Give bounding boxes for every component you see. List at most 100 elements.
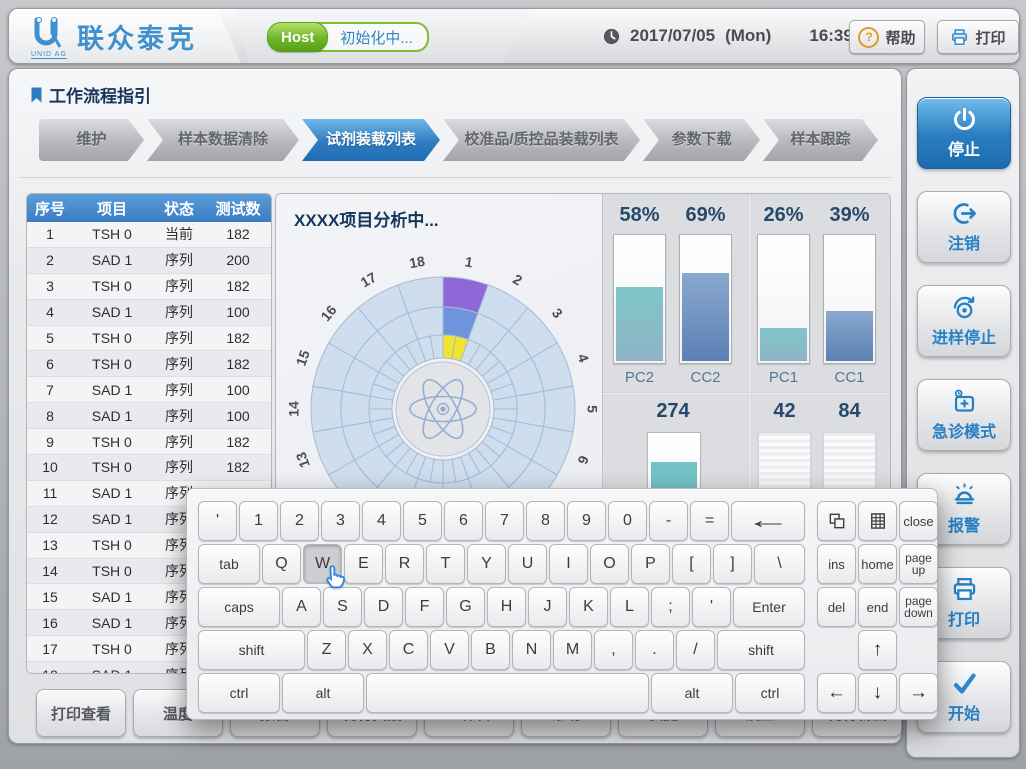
key-P[interactable]: P xyxy=(631,544,670,584)
sampler-stop-icon xyxy=(951,294,978,321)
key-Enter[interactable]: Enter xyxy=(733,587,805,627)
table-row[interactable]: 2SAD 1序列200 xyxy=(27,248,271,274)
key-K[interactable]: K xyxy=(569,587,608,627)
table-row[interactable]: 8SAD 1序列100 xyxy=(27,403,271,429)
workflow-step-6[interactable]: 样本跟踪 xyxy=(763,119,878,161)
key-tab[interactable]: tab xyxy=(198,544,260,584)
table-row[interactable]: 7SAD 1序列100 xyxy=(27,377,271,403)
key-shift[interactable]: shift xyxy=(198,630,305,670)
key-N[interactable]: N xyxy=(512,630,551,670)
key-home[interactable]: home xyxy=(858,544,897,584)
table-row[interactable]: 5TSH 0序列182 xyxy=(27,326,271,352)
key-H[interactable]: H xyxy=(487,587,526,627)
key-6[interactable]: 6 xyxy=(444,501,483,541)
key-2[interactable]: 2 xyxy=(280,501,319,541)
key-arrow-right[interactable]: → xyxy=(899,673,938,713)
key-'[interactable]: ' xyxy=(198,501,237,541)
key-arrow-down[interactable]: ↓ xyxy=(858,673,897,713)
key-J[interactable]: J xyxy=(528,587,567,627)
key-caps[interactable]: caps xyxy=(198,587,280,627)
clock-icon xyxy=(603,28,620,45)
table-row[interactable]: 10TSH 0序列182 xyxy=(27,455,271,481)
key-Z[interactable]: Z xyxy=(307,630,346,670)
key-Y[interactable]: Y xyxy=(467,544,506,584)
key-L[interactable]: L xyxy=(610,587,649,627)
key-/[interactable]: / xyxy=(676,630,715,670)
key-1[interactable]: 1 xyxy=(239,501,278,541)
key-Q[interactable]: Q xyxy=(262,544,301,584)
header-print-button[interactable]: 打印 xyxy=(937,20,1019,54)
key-9[interactable]: 9 xyxy=(567,501,606,541)
key-page-up[interactable]: page up xyxy=(899,544,938,584)
table-row[interactable]: 4SAD 1序列100 xyxy=(27,300,271,326)
workflow-step-5[interactable]: 参数下载 xyxy=(643,119,760,161)
key-arrow-up[interactable]: ↑ xyxy=(858,630,897,670)
key-;[interactable]: ; xyxy=(651,587,690,627)
power-icon xyxy=(951,106,978,133)
key-W[interactable]: W xyxy=(303,544,342,584)
key-delete[interactable]: del xyxy=(817,587,856,627)
sidebar-button-sampler-stop[interactable]: 进样停止 xyxy=(917,285,1011,357)
key-0[interactable]: 0 xyxy=(608,501,647,541)
key-F[interactable]: F xyxy=(405,587,444,627)
svg-text:15: 15 xyxy=(292,348,312,368)
workflow-step-4[interactable]: 校准品/质控品装载列表 xyxy=(443,119,640,161)
key-calculator[interactable] xyxy=(858,501,897,541)
table-row[interactable]: 3TSH 0序列182 xyxy=(27,274,271,300)
key-T[interactable]: T xyxy=(426,544,465,584)
key-U[interactable]: U xyxy=(508,544,547,584)
sidebar-button-power[interactable]: 停止 xyxy=(917,97,1011,169)
table-row[interactable]: 9TSH 0序列182 xyxy=(27,429,271,455)
workflow-title-text: 工作流程指引 xyxy=(49,82,151,107)
key-[[interactable]: [ xyxy=(672,544,711,584)
key-ctrl[interactable]: ctrl xyxy=(198,673,280,713)
key-7[interactable]: 7 xyxy=(485,501,524,541)
key-5[interactable]: 5 xyxy=(403,501,442,541)
key-insert[interactable]: ins xyxy=(817,544,856,584)
key--[interactable]: - xyxy=(649,501,688,541)
key-close[interactable]: close xyxy=(899,501,938,541)
help-button[interactable]: ? 帮助 xyxy=(849,20,925,54)
key-,[interactable]: , xyxy=(594,630,633,670)
workflow-step-3[interactable]: 试剂装载列表 xyxy=(302,119,440,161)
key-alt[interactable]: alt xyxy=(282,673,364,713)
table-cell: TSH 0 xyxy=(73,434,151,450)
key-window-switch[interactable] xyxy=(817,501,856,541)
key-'[interactable]: ' xyxy=(692,587,731,627)
key-B[interactable]: B xyxy=(471,630,510,670)
key-=[interactable]: = xyxy=(690,501,729,541)
key-R[interactable]: R xyxy=(385,544,424,584)
table-row[interactable]: 1TSH 0当前182 xyxy=(27,222,271,248)
key-8[interactable]: 8 xyxy=(526,501,565,541)
key-O[interactable]: O xyxy=(590,544,629,584)
bottom-button-1[interactable]: 打印查看 xyxy=(36,689,126,737)
key-S[interactable]: S xyxy=(323,587,362,627)
key-E[interactable]: E xyxy=(344,544,383,584)
table-row[interactable]: 6TSH 0序列182 xyxy=(27,351,271,377)
workflow-step-1[interactable]: 维护 xyxy=(39,119,144,161)
sidebar-button-logout[interactable]: 注销 xyxy=(917,191,1011,263)
key-I[interactable]: I xyxy=(549,544,588,584)
key-G[interactable]: G xyxy=(446,587,485,627)
key-M[interactable]: M xyxy=(553,630,592,670)
key-shift[interactable]: shift xyxy=(717,630,805,670)
key-3[interactable]: 3 xyxy=(321,501,360,541)
key-\[interactable]: \ xyxy=(754,544,805,584)
key-space[interactable] xyxy=(366,673,649,713)
key-page-down[interactable]: page down xyxy=(899,587,938,627)
key-4[interactable]: 4 xyxy=(362,501,401,541)
key-][interactable]: ] xyxy=(713,544,752,584)
workflow-step-2[interactable]: 样本数据清除 xyxy=(147,119,299,161)
key-ctrl[interactable]: ctrl xyxy=(735,673,805,713)
key-C[interactable]: C xyxy=(389,630,428,670)
sidebar-button-stat-mode[interactable]: 急诊模式 xyxy=(917,379,1011,451)
key-backspace[interactable]: ← xyxy=(731,501,805,541)
key-X[interactable]: X xyxy=(348,630,387,670)
key-A[interactable]: A xyxy=(282,587,321,627)
key-end[interactable]: end xyxy=(858,587,897,627)
key-D[interactable]: D xyxy=(364,587,403,627)
key-V[interactable]: V xyxy=(430,630,469,670)
key-alt[interactable]: alt xyxy=(651,673,733,713)
key-arrow-left[interactable]: ← xyxy=(817,673,856,713)
key-.[interactable]: . xyxy=(635,630,674,670)
